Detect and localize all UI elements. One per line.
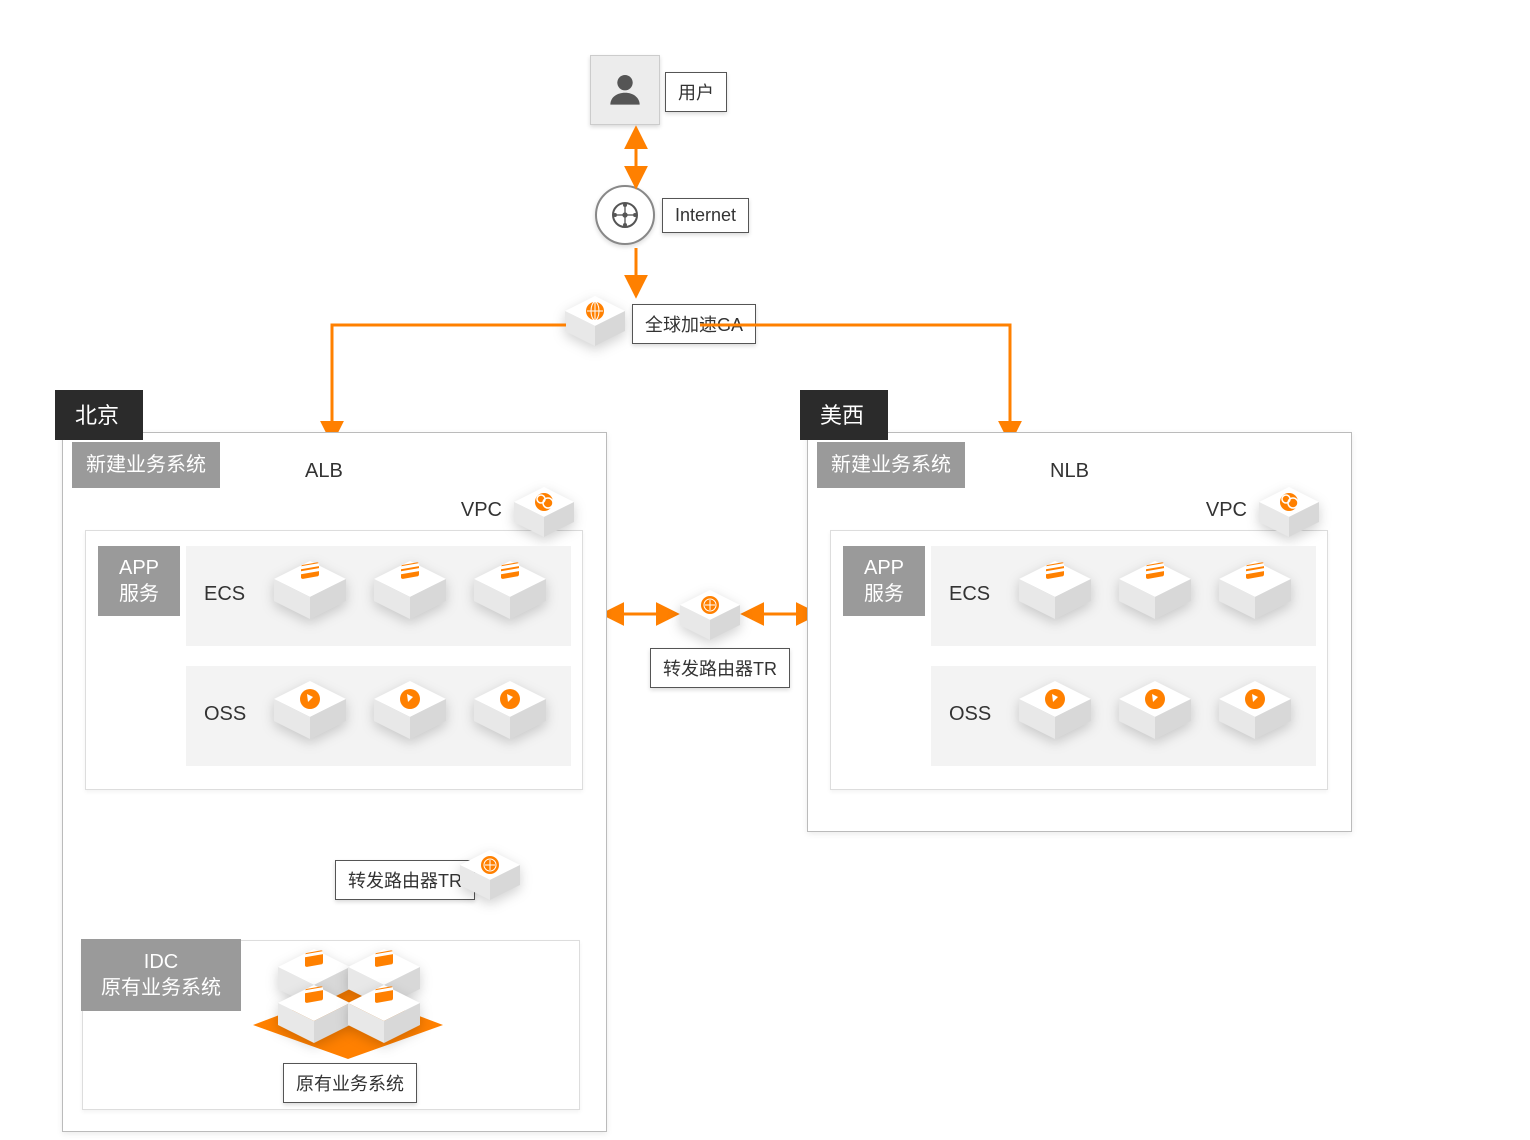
center-tr-label: 转发路由器TR	[650, 648, 790, 688]
internet-label: Internet	[662, 198, 749, 233]
uswest-vpc-label: VPC	[1206, 499, 1247, 522]
oss-icon	[274, 681, 346, 739]
oss-icon	[374, 681, 446, 739]
beijing-idc: IDC 原有业务系统 原有业务系统	[82, 940, 580, 1110]
vpc-icon	[1259, 487, 1319, 537]
ecs-icon	[1219, 561, 1291, 619]
uswest-ecs-label: ECS	[949, 583, 990, 606]
uswest-oss-label: OSS	[949, 703, 991, 726]
legacy-server-icon	[278, 985, 350, 1043]
beijing-ecs-label: ECS	[204, 583, 245, 606]
ecs-icon	[1019, 561, 1091, 619]
ecs-icon	[474, 561, 546, 619]
beijing-legacy-label: 原有业务系统	[283, 1063, 417, 1103]
ecs-icon	[374, 561, 446, 619]
uswest-new-system-label: 新建业务系统	[817, 442, 965, 488]
oss-icon	[1019, 681, 1091, 739]
beijing-vpc-label: VPC	[461, 499, 502, 522]
uswest-app-service-label: APP 服务	[843, 546, 925, 616]
beijing-idc-label: IDC 原有业务系统	[81, 939, 241, 1011]
tr-icon	[460, 850, 520, 900]
beijing-new-system-label: 新建业务系统	[72, 442, 220, 488]
user-icon	[590, 55, 660, 125]
oss-icon	[1119, 681, 1191, 739]
ga-icon	[565, 296, 625, 346]
center-tr-icon	[680, 590, 740, 640]
legacy-server-icon	[348, 985, 420, 1043]
beijing-oss-label: OSS	[204, 703, 246, 726]
vpc-icon	[514, 487, 574, 537]
ecs-icon	[1119, 561, 1191, 619]
uswest-tab: 美西	[800, 390, 888, 440]
user-label: 用户	[665, 72, 727, 112]
oss-icon	[1219, 681, 1291, 739]
ecs-icon	[274, 561, 346, 619]
uswest-vpc: VPC APP 服务 ECS OSS	[830, 530, 1328, 790]
beijing-alb-label: ALB	[305, 460, 343, 483]
beijing-app-service-label: APP 服务	[98, 546, 180, 616]
beijing-vpc: VPC APP 服务 ECS OSS	[85, 530, 583, 790]
beijing-tab: 北京	[55, 390, 143, 440]
beijing-tr-label: 转发路由器TR	[335, 860, 475, 900]
uswest-nlb-label: NLB	[1050, 460, 1089, 483]
internet-icon	[595, 185, 655, 245]
oss-icon	[474, 681, 546, 739]
ga-label: 全球加速GA	[632, 304, 756, 344]
